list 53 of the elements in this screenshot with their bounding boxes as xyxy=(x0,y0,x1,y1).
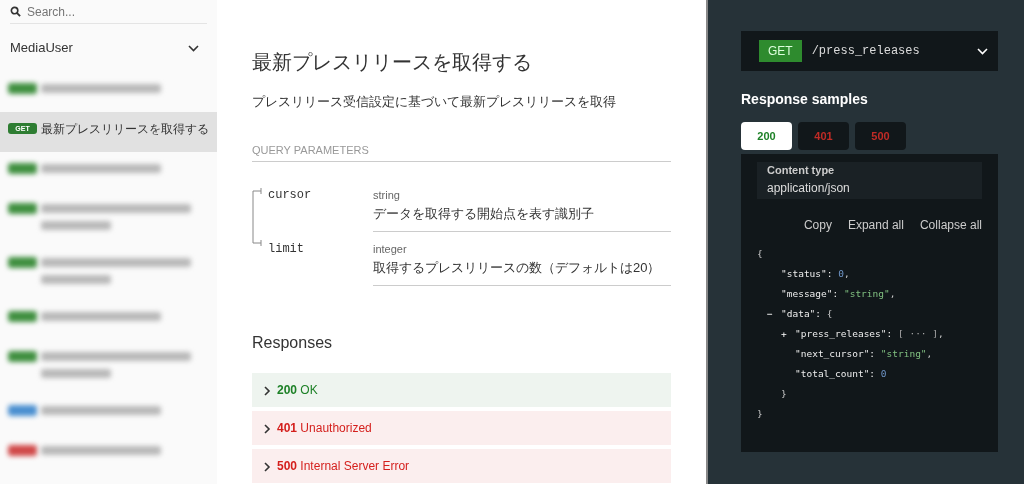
json-key: "data": xyxy=(781,308,822,319)
response-row[interactable]: 401 Unauthorized xyxy=(252,411,671,445)
chevron-icon xyxy=(264,423,271,434)
json-value: [ ··· ] xyxy=(897,328,938,339)
json-value: 0 xyxy=(880,368,887,379)
param-type: string xyxy=(373,188,401,203)
action-button[interactable]: Collapse all xyxy=(919,216,982,234)
toggle-button[interactable]: + xyxy=(781,324,795,344)
json-punctuation: , xyxy=(889,288,896,299)
search-field[interactable]: Search... xyxy=(25,1,195,22)
param-name: cursor xyxy=(268,187,313,204)
json-punctuation: , xyxy=(926,348,933,359)
toggle-button[interactable]: − xyxy=(767,304,781,324)
field-value: application/json xyxy=(767,180,850,195)
section-heading: Response samples xyxy=(741,90,869,109)
json-value: 0 xyxy=(838,268,844,279)
json-key: "status": xyxy=(781,268,833,279)
param-description: データを取得する開始点を表す識別子 xyxy=(373,204,595,223)
json-value: "string" xyxy=(843,288,890,299)
param-name: limit xyxy=(268,241,305,258)
json-key: "press_releases": xyxy=(795,328,893,339)
json-punctuation: { xyxy=(757,248,763,259)
tree-line-drawing xyxy=(252,186,262,248)
endpoint-bar[interactable]: GET /press_releases xyxy=(741,31,998,71)
chevron-icon xyxy=(977,47,988,55)
chevron-icon xyxy=(264,461,271,472)
operation-title: 最新プレスリリースを取得する xyxy=(252,50,533,74)
search-icon xyxy=(10,6,21,17)
param-description: 取得するプレスリリースの数（デフォルトは20） xyxy=(373,258,662,277)
section-heading: Responses xyxy=(252,333,334,353)
json-key: "message": xyxy=(781,288,839,299)
param-type: integer xyxy=(373,242,408,257)
field-label: Content type xyxy=(767,163,836,178)
json-punctuation: { xyxy=(826,308,833,319)
json-punctuation: , xyxy=(843,268,850,279)
group-label: MediaUser xyxy=(10,39,73,58)
endpoint-path: /press_releases xyxy=(811,43,921,60)
section-heading: QUERY PARAMETERS xyxy=(252,141,671,162)
group-header[interactable]: MediaUser xyxy=(0,24,217,72)
action-button[interactable]: Copy xyxy=(803,216,832,234)
json-punctuation: } xyxy=(757,408,763,419)
chevron-icon xyxy=(264,385,271,396)
action-button[interactable]: Expand all xyxy=(847,216,904,234)
json-key: "next_cursor": xyxy=(795,348,876,359)
json-key: "total_count": xyxy=(795,368,876,379)
item-label: 最新プレスリリースを取得する xyxy=(41,121,209,138)
json-punctuation: , xyxy=(938,328,944,339)
status-tab[interactable]: 200 xyxy=(741,122,792,150)
operation-description: プレスリリース受信設定に基づいて最新プレスリリースを取得 xyxy=(252,93,617,111)
json-punctuation: } xyxy=(781,388,787,399)
method-badge: GET xyxy=(759,40,802,62)
response-row[interactable]: 500 Internal Server Error xyxy=(252,449,671,483)
json-value: "string" xyxy=(880,348,927,359)
